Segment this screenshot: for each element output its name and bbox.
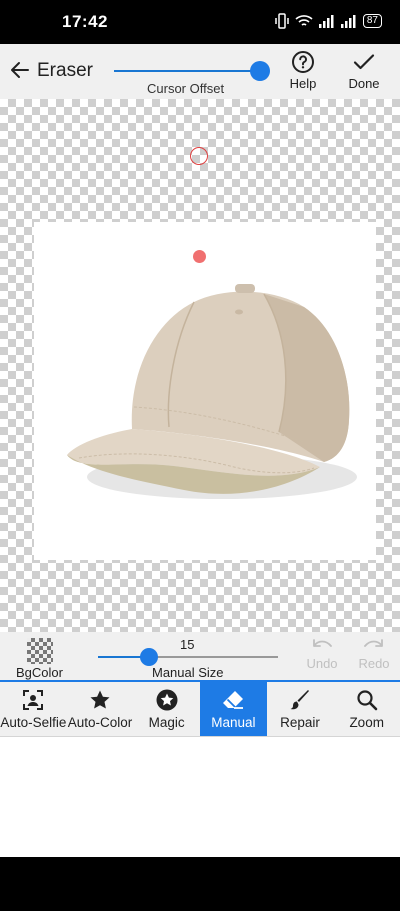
- manual-size-value: 15: [180, 637, 195, 652]
- tab-auto-selfie[interactable]: Auto-Selfie: [0, 682, 67, 736]
- tab-manual[interactable]: Manual: [200, 682, 267, 736]
- cursor-offset-slider-thumb[interactable]: [250, 61, 270, 81]
- help-icon: [292, 51, 314, 73]
- eraser-icon: [223, 691, 244, 709]
- redo-label: Redo: [358, 656, 390, 671]
- signal-icon-2: [340, 15, 356, 28]
- status-bar: 17:42 87: [0, 0, 400, 44]
- tab-auto-color[interactable]: Auto-Color: [67, 682, 134, 736]
- tab-manual-label: Manual: [211, 715, 256, 730]
- help-label: Help: [289, 76, 317, 91]
- photo-layer[interactable]: [34, 222, 376, 560]
- search-icon: [357, 690, 377, 711]
- bgcolor-swatch-icon: [27, 638, 53, 664]
- done-label: Done: [348, 76, 380, 91]
- signal-icon: [318, 15, 334, 28]
- editing-canvas[interactable]: [0, 99, 400, 632]
- tab-magic-label: Magic: [148, 715, 185, 730]
- bgcolor-label: BgColor: [16, 665, 63, 680]
- tab-repair[interactable]: Repair: [267, 682, 334, 736]
- controls-row: BgColor 15 Manual Size Undo Redo: [0, 632, 400, 682]
- redo-button[interactable]: Redo: [354, 638, 394, 671]
- page-title: Eraser: [37, 60, 93, 81]
- brush-icon: [290, 690, 310, 710]
- blank-area: [0, 737, 400, 857]
- cursor-offset-track[interactable]: [114, 70, 260, 72]
- battery-indicator: 87: [362, 14, 382, 28]
- status-time: 17:42: [62, 12, 108, 31]
- back-arrow-icon[interactable]: [8, 58, 32, 82]
- wifi-icon: [295, 15, 313, 26]
- eraser-cursor-ring: [190, 147, 208, 165]
- tab-magic[interactable]: Magic: [133, 682, 200, 736]
- manual-size-label: Manual Size: [152, 665, 224, 680]
- tab-auto-color-label: Auto-Color: [67, 715, 133, 730]
- tab-zoom-label: Zoom: [349, 715, 384, 730]
- manual-size-slider-thumb[interactable]: [140, 648, 158, 666]
- done-button[interactable]: Done: [344, 50, 384, 91]
- eraser-cursor-dot: [193, 250, 206, 263]
- cursor-offset-label: Cursor Offset: [147, 81, 225, 96]
- status-icons: 87: [275, 13, 382, 29]
- tab-auto-selfie-label: Auto-Selfie: [0, 715, 67, 730]
- top-toolbar: Eraser Cursor Offset Help Done: [0, 44, 400, 99]
- portrait-icon: [23, 690, 44, 710]
- tool-tabs: Auto-Selfie Auto-Color Magic Manual Repa…: [0, 682, 400, 737]
- undo-icon: [313, 639, 332, 647]
- magic-star-icon: [156, 689, 178, 711]
- redo-icon: [364, 639, 383, 647]
- star-icon: [90, 690, 110, 709]
- navigation-bar: [0, 857, 400, 911]
- undo-label: Undo: [306, 656, 338, 671]
- tab-zoom[interactable]: Zoom: [333, 682, 400, 736]
- vibrate-icon: [275, 13, 289, 29]
- tab-repair-label: Repair: [280, 715, 320, 730]
- help-button[interactable]: Help: [283, 50, 323, 91]
- checkmark-icon: [353, 54, 375, 70]
- undo-button[interactable]: Undo: [302, 638, 342, 671]
- baseball-cap-image: [67, 284, 357, 499]
